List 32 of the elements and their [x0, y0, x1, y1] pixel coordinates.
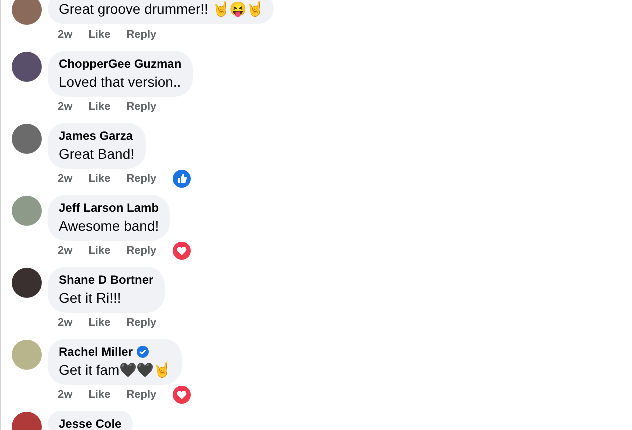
comment-time[interactable]: 2w: [58, 242, 73, 260]
commenter-name[interactable]: Jeff Larson Lamb: [59, 200, 160, 216]
reply-link[interactable]: Reply: [126, 98, 157, 116]
comment-text: Awesome band!: [59, 217, 160, 236]
reply-link[interactable]: Reply: [126, 314, 157, 332]
reply-link[interactable]: Reply: [126, 386, 157, 404]
comment-text: Get it fam🖤🖤🤘: [59, 361, 171, 380]
avatar[interactable]: [12, 52, 42, 82]
commenter-name[interactable]: Rachel Miller: [59, 344, 134, 360]
comment-text: Great groove drummer!! 🤘😝🤘: [59, 0, 264, 19]
comment-time[interactable]: 2w: [58, 170, 73, 188]
reply-link[interactable]: Reply: [126, 242, 157, 260]
comment-text: Get it Ri!!!: [59, 289, 122, 308]
like-link[interactable]: Like: [88, 314, 111, 332]
like-link[interactable]: Like: [88, 386, 111, 404]
commenter-name[interactable]: Shane D Bortner: [59, 272, 154, 288]
commenter-name[interactable]: James Garza: [59, 128, 134, 144]
comment-time[interactable]: 2w: [58, 386, 73, 404]
comment-time[interactable]: 2w: [58, 314, 73, 332]
reply-link[interactable]: Reply: [126, 170, 157, 188]
like-link[interactable]: Like: [88, 242, 111, 260]
comment-text: Loved that version..: [59, 73, 182, 92]
comment-text: Great Band!: [59, 145, 134, 164]
commenter-name[interactable]: Jesse Cole: [59, 416, 122, 430]
like-link[interactable]: Like: [88, 170, 111, 188]
like-link[interactable]: Like: [88, 98, 111, 116]
comment-time[interactable]: 2w: [58, 26, 73, 44]
avatar[interactable]: [12, 268, 42, 298]
reply-link[interactable]: Reply: [126, 26, 157, 44]
like-link[interactable]: Like: [88, 26, 111, 44]
commenter-name[interactable]: ChopperGee Guzman: [59, 56, 182, 72]
comment-time[interactable]: 2w: [58, 98, 73, 116]
